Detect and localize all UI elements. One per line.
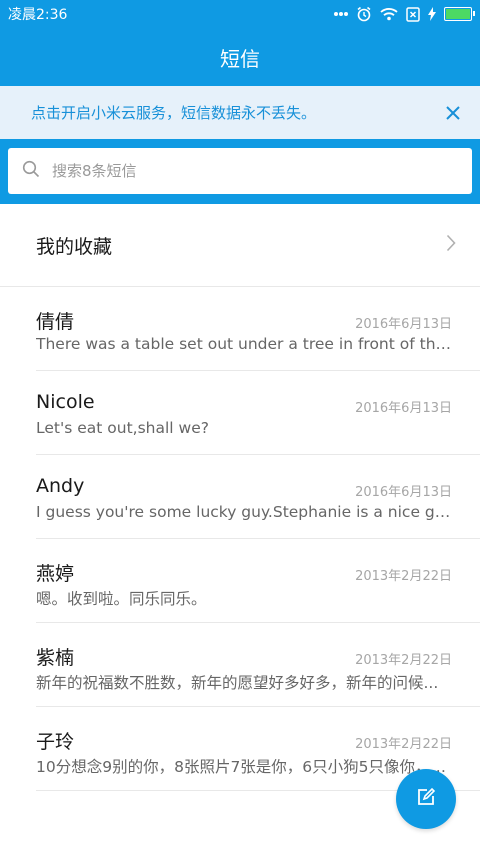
message-snippet: 10分想念9别的你，8张照片7张是你，6只小狗5只像你，4... — [36, 758, 452, 776]
more-dots-icon — [334, 11, 348, 17]
status-time: 凌晨2:36 — [8, 7, 68, 23]
conversation-item[interactable]: 紫楠 2013年2月22日 新年的祝福数不胜数，新年的愿望好多好多，新年的问候.… — [36, 623, 480, 707]
message-date: 2013年2月22日 — [355, 737, 452, 752]
message-date: 2013年2月22日 — [355, 569, 452, 584]
close-icon[interactable] — [442, 102, 464, 124]
contact-name: 子玲 — [36, 731, 75, 753]
favorites-row[interactable]: 我的收藏 — [0, 204, 480, 287]
search-box[interactable] — [8, 148, 472, 194]
status-icons — [334, 6, 475, 22]
conversation-item[interactable]: Andy 2016年6月13日 I guess you're some luck… — [36, 455, 480, 539]
message-snippet: There was a table set out under a tree i… — [36, 335, 452, 353]
message-date: 2013年2月22日 — [355, 653, 452, 668]
contact-name: Nicole — [36, 391, 95, 413]
page-title: 短信 — [220, 46, 260, 71]
message-snippet: Let's eat out,shall we? — [36, 419, 209, 437]
conversation-item[interactable]: 倩倩 2016年6月13日 There was a table set out … — [36, 287, 480, 371]
status-bar: 凌晨2:36 — [0, 0, 480, 28]
message-date: 2016年6月13日 — [355, 401, 452, 416]
compose-icon — [416, 787, 436, 811]
charging-icon — [428, 7, 436, 21]
wifi-icon — [380, 7, 398, 21]
contact-name: 燕婷 — [36, 563, 75, 585]
conversation-list: 倩倩 2016年6月13日 There was a table set out … — [0, 287, 480, 791]
contact-name: 紫楠 — [36, 647, 75, 669]
message-snippet: 新年的祝福数不胜数，新年的愿望好多好多，新年的问候... — [36, 674, 439, 692]
message-snippet: 嗯。收到啦。同乐同乐。 — [36, 590, 207, 608]
favorites-label: 我的收藏 — [36, 235, 113, 258]
battery-icon — [444, 7, 475, 21]
search-icon — [22, 160, 40, 182]
cloud-service-banner[interactable]: 点击开启小米云服务，短信数据永不丢失。 — [0, 86, 480, 139]
message-snippet: I guess you're some lucky guy.Stephanie … — [36, 503, 452, 521]
search-input[interactable] — [52, 162, 432, 180]
chevron-right-icon — [446, 234, 456, 256]
cloud-banner-text[interactable]: 点击开启小米云服务，短信数据永不丢失。 — [31, 102, 316, 123]
sim-x-icon — [406, 6, 420, 22]
contact-name: Andy — [36, 475, 85, 497]
contact-name: 倩倩 — [36, 311, 75, 333]
search-bar — [0, 139, 480, 204]
conversation-item[interactable]: 燕婷 2013年2月22日 嗯。收到啦。同乐同乐。 — [36, 539, 480, 623]
message-date: 2016年6月13日 — [355, 485, 452, 500]
app-bar: 短信 — [0, 28, 480, 86]
alarm-icon — [356, 6, 372, 22]
compose-button[interactable] — [396, 769, 456, 829]
message-date: 2016年6月13日 — [355, 317, 452, 332]
conversation-item[interactable]: Nicole 2016年6月13日 Let's eat out,shall we… — [36, 371, 480, 455]
